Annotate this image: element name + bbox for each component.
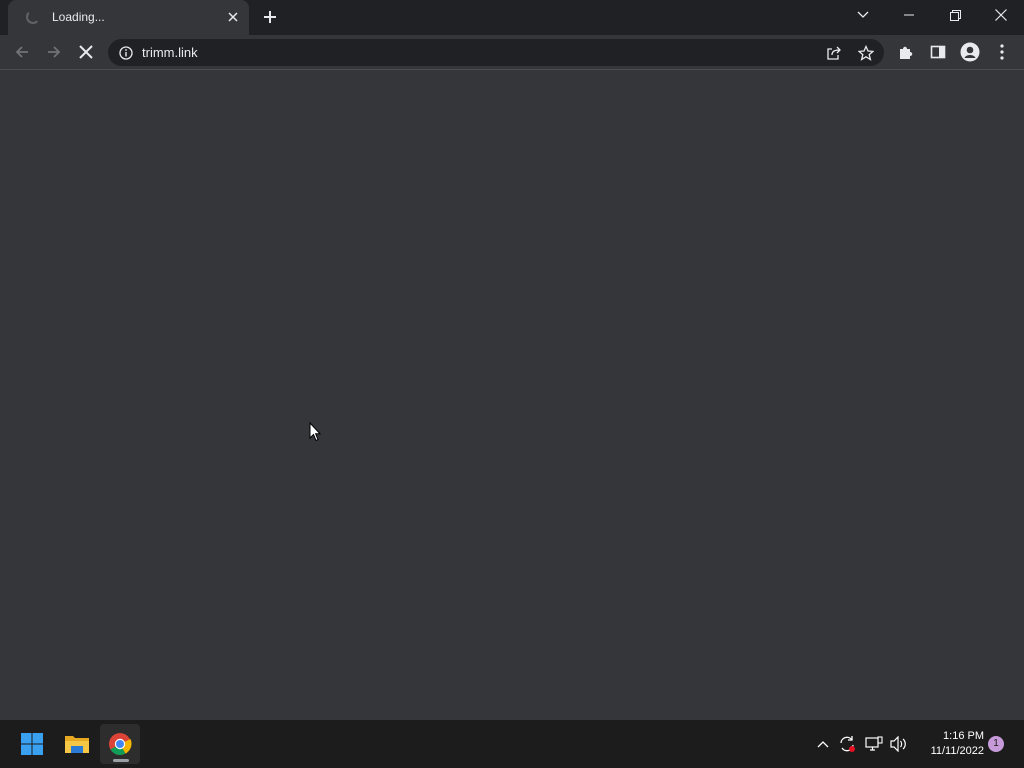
tab-strip: Loading... [0, 0, 1024, 35]
forward-arrow-icon[interactable] [40, 38, 68, 66]
sync-icon[interactable] [836, 733, 858, 755]
tab-search-chevron-icon[interactable] [840, 0, 886, 30]
restore-icon[interactable] [932, 0, 978, 30]
active-app-indicator [113, 759, 129, 762]
mouse-cursor-icon [309, 421, 322, 442]
profile-icon[interactable] [956, 38, 984, 66]
notification-badge[interactable]: 1 [988, 736, 1004, 752]
share-icon[interactable] [824, 43, 844, 63]
file-explorer-button[interactable] [57, 724, 97, 764]
chrome-icon [109, 733, 132, 755]
address-bar[interactable]: trimm.link [108, 39, 884, 66]
start-button[interactable] [12, 724, 52, 764]
tab-title: Loading... [52, 10, 105, 24]
url-text[interactable]: trimm.link [142, 45, 198, 60]
info-icon[interactable] [118, 45, 133, 60]
puzzle-icon[interactable] [892, 38, 920, 66]
close-icon[interactable] [224, 8, 242, 26]
browser-toolbar: trimm.link [0, 35, 1024, 70]
chevron-up-icon[interactable] [812, 733, 834, 755]
windows-logo-icon [21, 733, 43, 755]
folder-icon [65, 736, 89, 753]
taskbar: 1:16 PM 11/11/2022 [0, 720, 1024, 768]
kebab-menu-icon[interactable] [988, 38, 1016, 66]
system-clock[interactable]: 1:16 PM 11/11/2022 [914, 729, 984, 759]
minimize-icon[interactable] [886, 0, 932, 30]
new-tab-button[interactable] [258, 5, 282, 29]
chrome-taskbar-button[interactable] [100, 724, 140, 764]
loading-spinner-icon [26, 10, 40, 24]
back-arrow-icon[interactable] [8, 38, 36, 66]
volume-icon[interactable] [888, 733, 910, 755]
browser-tab[interactable]: Loading... [8, 0, 249, 35]
clock-time: 1:16 PM [943, 730, 984, 742]
clock-date: 11/11/2022 [930, 745, 984, 757]
page-viewport[interactable] [0, 71, 1024, 720]
network-icon[interactable] [863, 733, 885, 755]
close-window-icon[interactable] [978, 0, 1024, 30]
star-icon[interactable] [856, 43, 876, 63]
stop-icon[interactable] [72, 38, 100, 66]
side-panel-icon[interactable] [924, 38, 952, 66]
